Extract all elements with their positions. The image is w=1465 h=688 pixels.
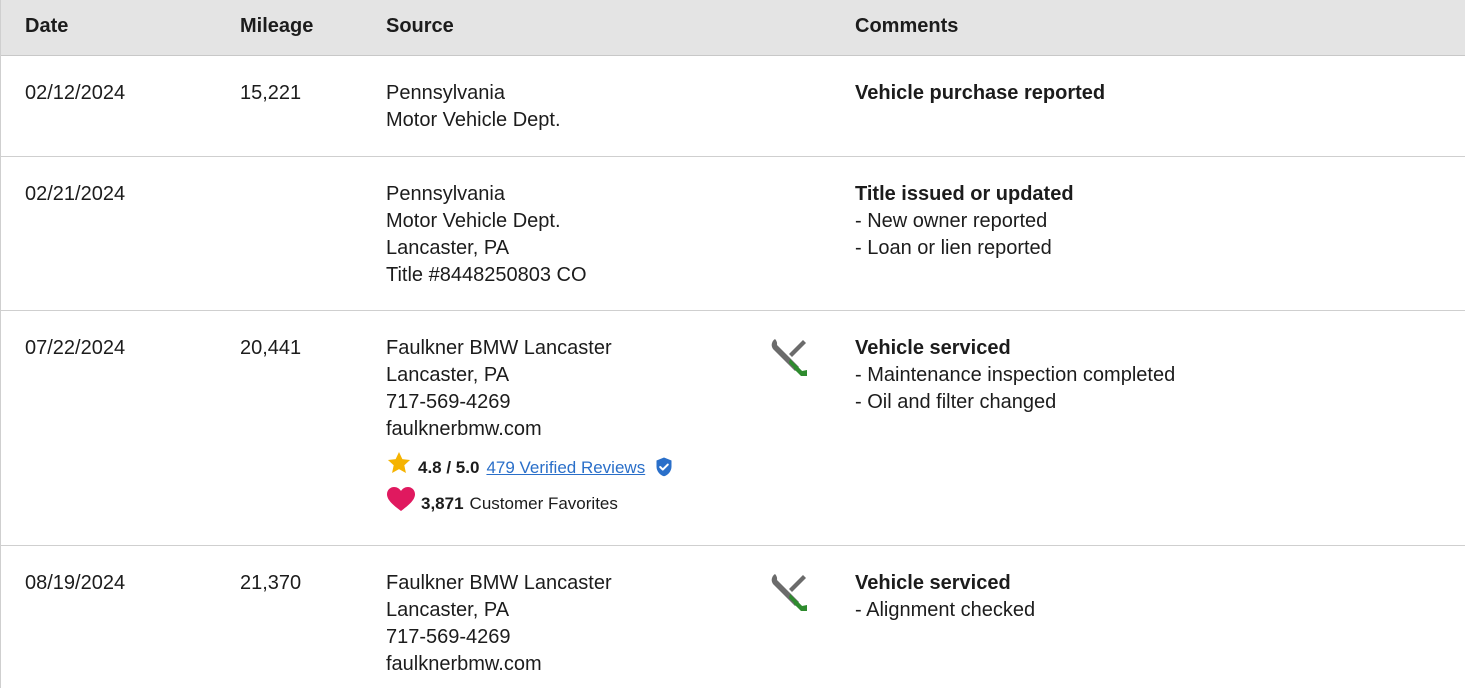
- table-row: 08/19/2024 21,370 Faulkner BMW Lancaster…: [1, 546, 1465, 687]
- header-mileage[interactable]: Mileage: [240, 15, 313, 38]
- row-date: 08/19/2024: [25, 572, 126, 594]
- comment-item: - Oil and filter changed: [855, 391, 1057, 413]
- row-date: 07/22/2024: [25, 337, 126, 359]
- source-line: Motor Vehicle Dept.: [386, 109, 561, 131]
- source-line: Pennsylvania: [386, 82, 505, 104]
- row-source: Faulkner BMW Lancaster Lancaster, PA 717…: [386, 570, 612, 678]
- source-line: Lancaster, PA: [386, 364, 510, 386]
- row-date: 02/21/2024: [25, 183, 126, 205]
- comment-title: Vehicle purchase reported: [855, 82, 1106, 104]
- vehicle-history-table: Date Mileage Source Comments 02/12/2024 …: [0, 0, 1465, 688]
- header-source[interactable]: Source: [386, 15, 454, 38]
- source-line: 717-569-4269: [386, 626, 511, 648]
- comment-item: - Loan or lien reported: [855, 237, 1052, 259]
- source-line: Pennsylvania: [386, 183, 505, 205]
- dealer-rating: 4.8 / 5.0 479 Verified Reviews: [386, 450, 673, 484]
- row-mileage: 20,441: [240, 337, 302, 359]
- star-icon: [386, 450, 412, 484]
- rating-score: 4.8 / 5.0: [418, 457, 480, 477]
- source-line: Lancaster, PA: [386, 237, 510, 259]
- service-wrench-screwdriver-icon: [769, 337, 809, 385]
- dealer-name: Faulkner BMW Lancaster: [386, 337, 612, 359]
- comment-item: - Maintenance inspection completed: [855, 364, 1176, 386]
- row-source: Pennsylvania Motor Vehicle Dept. Lancast…: [386, 181, 587, 289]
- heart-icon: [386, 486, 416, 520]
- customer-favorites: 3,871 Customer Favorites: [386, 486, 673, 520]
- header-comments[interactable]: Comments: [855, 15, 958, 38]
- source-line: faulknerbmw.com: [386, 418, 542, 440]
- verified-reviews-link[interactable]: 479 Verified Reviews: [486, 454, 645, 481]
- service-wrench-screwdriver-icon: [769, 572, 809, 620]
- row-comments: Vehicle serviced - Maintenance inspectio…: [855, 335, 1175, 416]
- comment-title: Vehicle serviced: [855, 337, 1011, 359]
- row-source: Pennsylvania Motor Vehicle Dept.: [386, 80, 561, 134]
- favorites-label: Customer Favorites: [469, 493, 618, 513]
- table-row: 02/21/2024 Pennsylvania Motor Vehicle De…: [1, 157, 1465, 311]
- favorites-count: 3,871: [421, 493, 464, 513]
- row-comments: Vehicle purchase reported: [855, 80, 1105, 107]
- table-row: 02/12/2024 15,221 Pennsylvania Motor Veh…: [1, 56, 1465, 157]
- source-line: Title #8448250803 CO: [386, 264, 587, 286]
- table-row: 07/22/2024 20,441 Faulkner BMW Lancaster…: [1, 311, 1465, 546]
- source-line: Motor Vehicle Dept.: [386, 210, 561, 232]
- comment-title: Title issued or updated: [855, 183, 1074, 205]
- source-line: Lancaster, PA: [386, 599, 510, 621]
- verified-shield-icon: [655, 457, 673, 477]
- header-date[interactable]: Date: [25, 15, 68, 38]
- table-header: Date Mileage Source Comments: [1, 0, 1465, 56]
- row-comments: Title issued or updated - New owner repo…: [855, 181, 1074, 262]
- row-date: 02/12/2024: [25, 82, 126, 104]
- row-source: Faulkner BMW Lancaster Lancaster, PA 717…: [386, 335, 673, 517]
- comment-item: - New owner reported: [855, 210, 1048, 232]
- source-line: faulknerbmw.com: [386, 653, 542, 675]
- source-line: 717-569-4269: [386, 391, 511, 413]
- row-comments: Vehicle serviced - Alignment checked: [855, 570, 1035, 624]
- comment-title: Vehicle serviced: [855, 572, 1011, 594]
- row-mileage: 15,221: [240, 82, 302, 104]
- dealer-name: Faulkner BMW Lancaster: [386, 572, 612, 594]
- comment-item: - Alignment checked: [855, 599, 1036, 621]
- row-mileage: 21,370: [240, 572, 302, 594]
